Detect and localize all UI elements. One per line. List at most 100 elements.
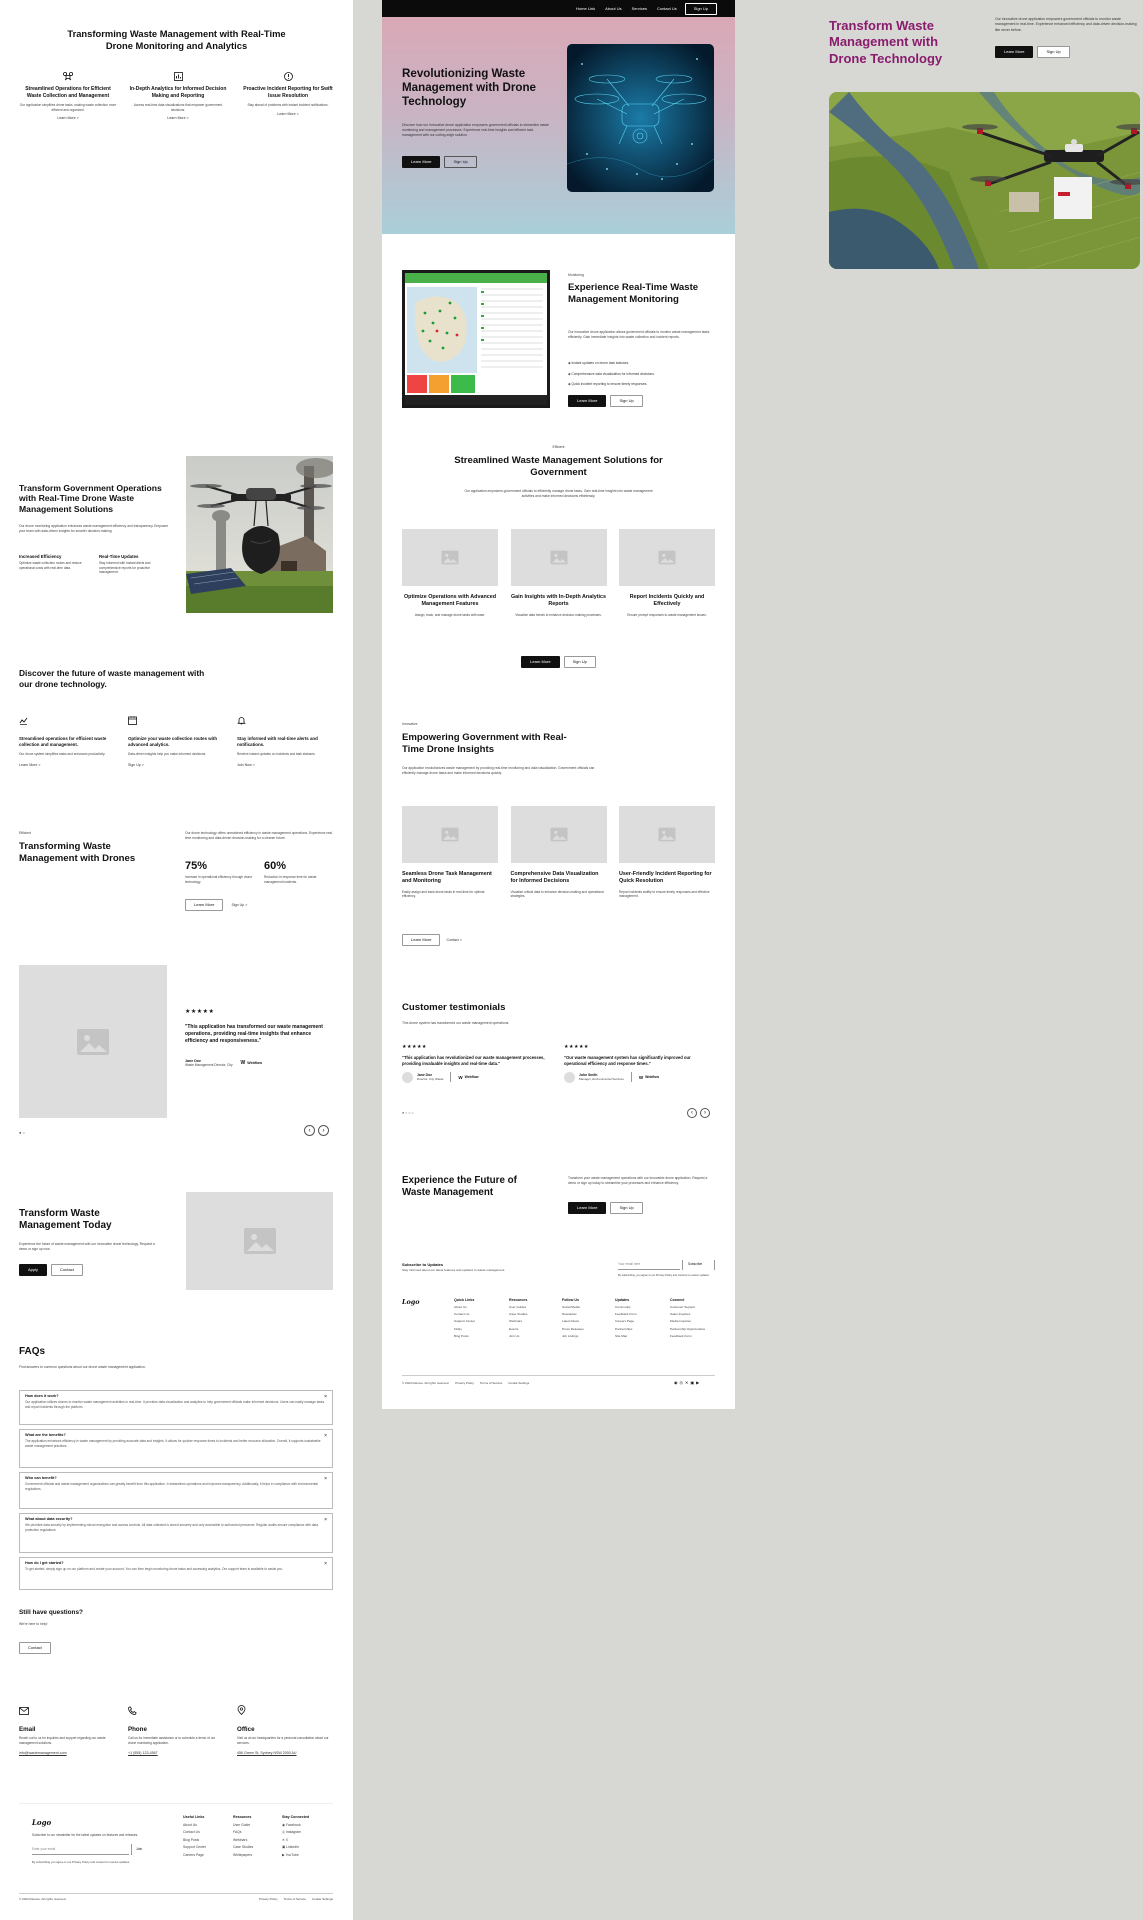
footer-link[interactable]: Contact Us	[454, 1311, 475, 1318]
sign-up-button[interactable]: Sign Up	[610, 395, 643, 407]
nav-signup-button[interactable]: Sign Up	[684, 2, 717, 15]
footer-link[interactable]: Press Releases	[562, 1326, 584, 1333]
footer-link[interactable]: Media Inquiries	[670, 1318, 718, 1325]
learn-more-button[interactable]: Learn More	[568, 395, 607, 407]
contact-button[interactable]: Contact	[51, 1264, 83, 1276]
footer-link[interactable]: Latest News	[562, 1318, 584, 1325]
sign-up-button[interactable]: Sign Up	[610, 1202, 643, 1214]
footer-social-link[interactable]: ▶ YouTube	[282, 1852, 309, 1859]
faq-item[interactable]: Who can benefit? Government officials an…	[19, 1472, 333, 1509]
toggle-icon[interactable]: ×	[324, 1433, 327, 1439]
toggle-icon[interactable]: ×	[324, 1517, 327, 1523]
footer-link[interactable]: Sales Inquiries	[670, 1311, 718, 1318]
footer-link[interactable]: Events	[509, 1326, 527, 1333]
cookie-link[interactable]: Cookie Settings	[312, 1897, 333, 1901]
learn-more-link[interactable]: Learn More >	[239, 112, 337, 116]
cookie-link[interactable]: Cookie Settings	[508, 1381, 529, 1385]
footer-link[interactable]: User Guide	[233, 1822, 253, 1829]
footer-link[interactable]: Partnership Opportunities	[670, 1326, 718, 1333]
footer-link[interactable]: Site Map	[615, 1333, 637, 1340]
contact-button[interactable]: Contact	[19, 1642, 51, 1654]
footer-link[interactable]: Community	[615, 1304, 637, 1311]
prev-arrow-icon[interactable]: ‹	[304, 1125, 315, 1136]
nav-contact[interactable]: Contact Us	[657, 6, 677, 11]
faq-item[interactable]: How does it work? Our application utiliz…	[19, 1390, 333, 1425]
privacy-link[interactable]: Privacy Policy	[455, 1381, 474, 1385]
footer-link[interactable]: Partnerships	[615, 1326, 637, 1333]
footer-link[interactable]: Case Studies	[233, 1844, 253, 1851]
footer-link[interactable]: About Us	[454, 1304, 475, 1311]
toggle-icon[interactable]: ×	[324, 1476, 327, 1482]
learn-more-button[interactable]: Learn More	[402, 156, 441, 168]
slider-dots[interactable]: ● ○	[19, 1130, 25, 1135]
sign-up-link[interactable]: Sign Up >	[231, 903, 247, 907]
footer-link[interactable]: Careers Page	[615, 1318, 637, 1325]
footer-link[interactable]: Blog Posts	[183, 1837, 206, 1844]
terms-link[interactable]: Terms of Service	[480, 1381, 502, 1385]
subscribe-button[interactable]: Subscribe	[682, 1260, 715, 1270]
footer-link[interactable]: Webinars	[509, 1318, 527, 1325]
footer-link[interactable]: Whitepapers	[233, 1852, 253, 1859]
footer-logo[interactable]: Logo	[32, 1818, 51, 1827]
footer-link[interactable]: Join Us	[509, 1333, 527, 1340]
footer-logo[interactable]: Logo	[402, 1298, 420, 1306]
email-input[interactable]: Your email here	[618, 1260, 680, 1270]
learn-more-link[interactable]: Learn More >	[19, 763, 115, 767]
footer-link[interactable]: FAQs	[454, 1326, 475, 1333]
faq-item[interactable]: What about data security? We prioritize …	[19, 1513, 333, 1553]
learn-more-button[interactable]: Learn More	[402, 934, 441, 946]
footer-link[interactable]: Careers Page	[183, 1852, 206, 1859]
learn-more-button[interactable]: Learn More	[995, 46, 1034, 58]
sign-up-button[interactable]: Sign Up	[1037, 46, 1070, 58]
footer-social-link[interactable]: ◉ Facebook	[282, 1822, 309, 1829]
footer-link[interactable]: FAQs	[233, 1829, 253, 1836]
nav-services[interactable]: Services	[632, 6, 647, 11]
footer-link[interactable]: Newsletter	[562, 1311, 584, 1318]
address-link[interactable]: 456 Green St, Sydney NSW 2000 AU	[237, 1751, 333, 1755]
footer-link[interactable]: Support Center	[183, 1844, 206, 1851]
toggle-icon[interactable]: ×	[324, 1561, 327, 1567]
join-button[interactable]: Join	[131, 1844, 151, 1855]
facebook-icon[interactable]: ◉	[674, 1380, 678, 1385]
linkedin-icon[interactable]: ▣	[690, 1380, 694, 1385]
youtube-icon[interactable]: ▶	[696, 1380, 699, 1385]
footer-link[interactable]: Blog Posts	[454, 1333, 475, 1340]
contact-link[interactable]: Contact >	[446, 938, 461, 942]
privacy-link[interactable]: Privacy Policy	[259, 1897, 278, 1901]
slider-dots[interactable]: ● ○ ○ ○	[402, 1111, 414, 1115]
footer-link[interactable]: User Guides	[509, 1304, 527, 1311]
footer-link[interactable]: Feedback Form	[615, 1311, 637, 1318]
footer-link[interactable]: About Us	[183, 1822, 206, 1829]
sign-up-link[interactable]: Sign Up >	[128, 763, 224, 767]
instagram-icon[interactable]: ◎	[680, 1380, 684, 1385]
join-now-link[interactable]: Join Now >	[237, 763, 333, 767]
footer-social-link[interactable]: ▣ LinkedIn	[282, 1844, 309, 1851]
learn-more-link[interactable]: Learn More >	[129, 116, 227, 120]
footer-link[interactable]: Case Studies	[509, 1311, 527, 1318]
footer-link[interactable]: Social Media	[562, 1304, 584, 1311]
nav-home[interactable]: Home Link	[576, 6, 595, 11]
footer-link[interactable]: Feedback Form	[670, 1333, 718, 1340]
phone-link[interactable]: +1 (555) 123-4567	[128, 1751, 224, 1755]
learn-more-button[interactable]: Learn More	[521, 656, 560, 668]
email-input[interactable]: Enter your email	[32, 1844, 129, 1855]
learn-more-link[interactable]: Learn More >	[19, 116, 117, 120]
toggle-icon[interactable]: ×	[324, 1394, 327, 1400]
learn-more-button[interactable]: Learn More	[568, 1202, 607, 1214]
footer-link[interactable]: Customer Support	[670, 1304, 718, 1311]
footer-social-link[interactable]: ✕ X	[282, 1837, 309, 1844]
sign-up-button[interactable]: Sign Up	[444, 156, 477, 168]
faq-item[interactable]: What are the benefits? The application e…	[19, 1429, 333, 1468]
x-icon[interactable]: ✕	[685, 1380, 688, 1385]
footer-link[interactable]: Contact Us	[183, 1829, 206, 1836]
terms-link[interactable]: Terms of Service	[284, 1897, 306, 1901]
next-arrow-icon[interactable]: ›	[318, 1125, 329, 1136]
footer-link[interactable]: Job Listings	[562, 1333, 584, 1340]
footer-link[interactable]: Webinars	[233, 1837, 253, 1844]
apply-button[interactable]: Apply	[19, 1264, 48, 1276]
email-link[interactable]: info@wastemanagement.com	[19, 1751, 115, 1755]
next-arrow-icon[interactable]: ›	[700, 1108, 710, 1118]
footer-link[interactable]: Support Center	[454, 1318, 475, 1325]
sign-up-button[interactable]: Sign Up	[563, 656, 596, 668]
faq-item[interactable]: How do I get started? To get started, si…	[19, 1557, 333, 1590]
